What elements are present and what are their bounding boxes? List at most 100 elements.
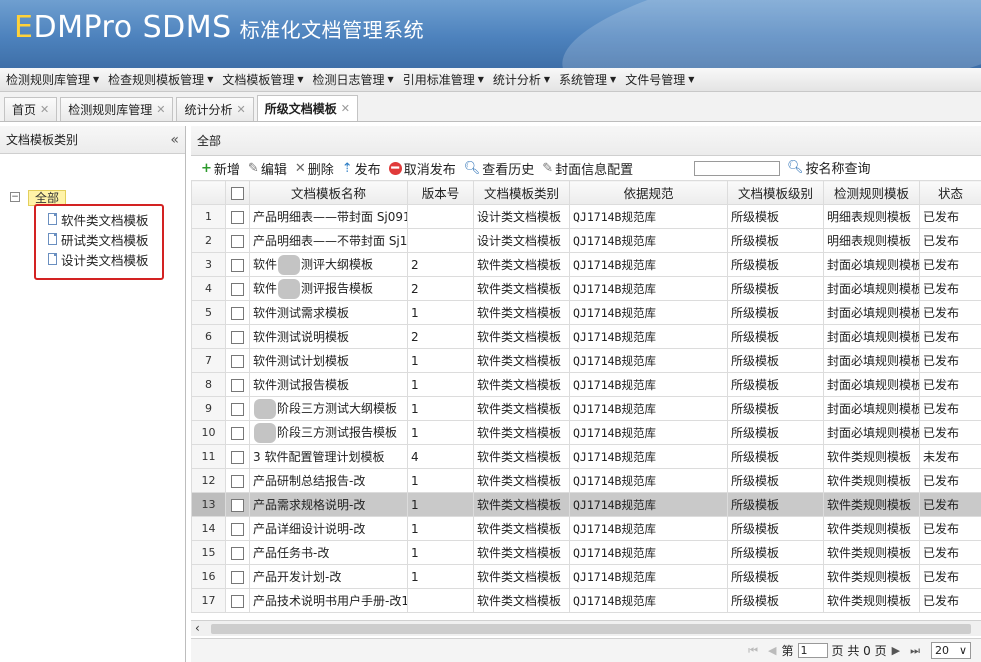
row-checkbox[interactable] (225, 564, 250, 589)
row-checkbox[interactable] (225, 324, 250, 349)
menu-item[interactable]: 文档模板管理 ▼ (222, 71, 303, 88)
row-checkbox[interactable] (225, 204, 250, 229)
table-row[interactable]: 10 阶段三方测试报告模板 1 软件类文档模板 QJ1714B规范库 所级模板 封面必填规则… (191, 420, 981, 445)
row-checkbox[interactable] (225, 348, 250, 373)
menu-item-label: 引用标准管理 (402, 73, 475, 87)
table-row[interactable]: 17 产品技术说明书用户手册-改1 软件类文档模板 QJ1714B规范库 所级模板 软件类… (191, 588, 981, 613)
edit-button[interactable]: ✎ 编辑 (248, 159, 287, 178)
history-button[interactable]: 🔍︎ 查看历史 (464, 159, 535, 178)
table-row[interactable]: 15 产品任务书-改 1 软件类文档模板 QJ1714B规范库 所级模板 软件类规则模板 已发… (191, 540, 981, 565)
caret-down-icon: ▼ (93, 75, 100, 84)
table-row[interactable]: 1 产品明细表——带封面 Sj091 设计类文档模板 QJ1714B规范库 所级模板 明细… (191, 204, 981, 229)
row-checkbox[interactable] (225, 252, 250, 277)
search-by-name-button[interactable]: 🔍︎ 按名称查询 (787, 158, 871, 177)
row-checkbox[interactable] (225, 372, 250, 397)
column-header-status[interactable]: 状态 (919, 180, 981, 205)
search-by-name-label: 按名称查询 (805, 162, 871, 177)
table-row[interactable]: 2 产品明细表——不带封面 Sj1 设计类文档模板 QJ1714B规范库 所级模板 明细表… (191, 228, 981, 253)
page-size-select[interactable]: 20 ∨ (931, 642, 971, 659)
tab-3[interactable]: 所级文档模板 ✕ (256, 95, 358, 121)
table-row[interactable]: 13 产品需求规格说明-改 1 软件类文档模板 QJ1714B规范库 所级模板 软件类规则模… (191, 492, 981, 517)
add-button[interactable]: + 新增 (201, 159, 240, 178)
cell-spec: QJ1714B规范库 (569, 540, 728, 565)
first-page-icon[interactable]: ⏮ (748, 644, 758, 658)
scrollbar-thumb[interactable] (211, 624, 971, 634)
close-icon[interactable]: ✕ (40, 103, 49, 116)
cover-config-button[interactable]: ✎ 封面信息配置 (542, 159, 633, 178)
table-row[interactable]: 12 产品研制总结报告-改 1 软件类文档模板 QJ1714B规范库 所级模板 软件类规则模… (191, 468, 981, 493)
cell-name: 软件测试说明模板 (249, 324, 408, 349)
row-checkbox[interactable] (225, 228, 250, 253)
menu-item-label: 检查规则模板管理 (108, 73, 205, 87)
close-icon[interactable]: ✕ (156, 103, 165, 116)
column-header-spec[interactable]: 依据规范 (569, 180, 728, 205)
delete-button[interactable]: ✕ 删除 (295, 159, 334, 178)
menu-item[interactable]: 检查规则模板管理 ▼ (108, 71, 213, 88)
row-checkbox[interactable] (225, 300, 250, 325)
delete-label: 删除 (307, 162, 334, 178)
row-checkbox[interactable] (225, 540, 250, 565)
row-checkbox[interactable] (225, 468, 250, 493)
menu-item[interactable]: 文件号管理 ▼ (625, 71, 694, 88)
prev-page-icon[interactable]: ◀ (768, 644, 776, 657)
publish-button[interactable]: ⇡ 发布 (342, 159, 381, 178)
last-page-icon[interactable]: ⏭ (910, 644, 920, 658)
table-row[interactable]: 6 软件测试说明模板 2 软件类文档模板 QJ1714B规范库 所级模板 封面必填规则模板已… (191, 324, 981, 349)
unpublish-button[interactable]: ━ 取消发布 (388, 159, 456, 178)
menu-item[interactable]: 检测规则库管理 ▼ (6, 71, 99, 88)
cell-category: 软件类文档模板 (473, 468, 570, 493)
row-checkbox[interactable] (225, 276, 250, 301)
checkbox-box (231, 546, 244, 560)
table-row[interactable]: 16 产品开发计划-改 1 软件类文档模板 QJ1714B规范库 所级模板 软件类规则模板已… (191, 564, 981, 589)
table-row[interactable]: 5 软件测试需求模板 1 软件类文档模板 QJ1714B规范库 所级模板 封面必填规则模板已… (191, 300, 981, 325)
row-checkbox[interactable] (225, 444, 250, 469)
menu-item[interactable]: 引用标准管理 ▼ (403, 71, 484, 88)
row-checkbox[interactable] (225, 492, 250, 517)
table-row[interactable]: 7 软件测试计划模板 1 软件类文档模板 QJ1714B规范库 所级模板 封面必填规则模板已… (191, 348, 981, 373)
tree-node-design[interactable]: 设计类文档模板 (48, 250, 149, 268)
column-header-category[interactable]: 文档模板类别 (473, 180, 570, 205)
table-header-row: 文档模板名称 版本号 文档模板类别 依据规范 文档模板级别 检测规则模板 状态 (191, 180, 981, 205)
table-row[interactable]: 9 阶段三方测试大纲模板 1 软件类文档模板 QJ1714B规范库 所级模板 封面必填规则模… (191, 396, 981, 421)
horizontal-scrollbar[interactable]: ‹ (191, 620, 981, 636)
column-header-level[interactable]: 文档模板级别 (727, 180, 824, 205)
redacted-block (254, 422, 276, 443)
tab-2[interactable]: 统计分析 ✕ (176, 97, 254, 121)
row-checkbox[interactable] (225, 420, 250, 445)
table-row[interactable]: 14 产品详细设计说明-改 1 软件类文档模板 QJ1714B规范库 所级模板 软件类规则模… (191, 516, 981, 541)
cell-level: 所级模板 (727, 300, 824, 325)
page-number-input[interactable]: 1 (797, 643, 828, 658)
column-header-name[interactable]: 文档模板名称 (249, 180, 408, 205)
column-header-rule-template[interactable]: 检测规则模板 (823, 180, 920, 205)
next-page-icon[interactable]: ▶ (892, 644, 900, 657)
menu-item[interactable]: 系统管理 ▼ (559, 71, 616, 88)
tree-node-research[interactable]: 研试类文档模板 (48, 230, 149, 248)
table-row[interactable]: 8 软件测试报告模板 1 软件类文档模板 QJ1714B规范库 所级模板 封面必填规则模板已… (191, 372, 981, 397)
add-label: 新增 (213, 162, 240, 178)
checkbox-box (231, 210, 244, 224)
cell-spec: QJ1714B规范库 (569, 492, 728, 517)
tab-label: 统计分析 (184, 103, 233, 117)
row-checkbox[interactable] (225, 588, 250, 613)
menu-item[interactable]: 统计分析 ▼ (493, 71, 550, 88)
table-row[interactable]: 11 3 软件配置管理计划模板 4 软件类文档模板 QJ1714B规范库 所级模板 软件类规… (191, 444, 981, 469)
menu-item[interactable]: 检测日志管理 ▼ (313, 71, 394, 88)
row-checkbox[interactable] (225, 396, 250, 421)
collapse-icon[interactable]: « (170, 132, 179, 148)
name-search-input[interactable] (694, 161, 780, 176)
cell-level: 所级模板 (727, 516, 824, 541)
select-all-checkbox[interactable] (225, 180, 250, 205)
scroll-left-icon[interactable]: ‹ (195, 621, 200, 635)
cell-category: 软件类文档模板 (473, 252, 570, 277)
close-icon[interactable]: ✕ (236, 103, 245, 116)
tree-collapse-icon[interactable]: − (10, 192, 20, 202)
column-header-version[interactable]: 版本号 (407, 180, 474, 205)
table-row[interactable]: 3 软件 测评大纲模板 2 软件类文档模板 QJ1714B规范库 所级模板 封面必填规则模板已… (191, 252, 981, 277)
close-icon[interactable]: ✕ (341, 102, 350, 115)
tree-node-software[interactable]: 软件类文档模板 (48, 210, 149, 228)
cell-name: 阶段三方测试报告模板 (249, 420, 408, 445)
table-row[interactable]: 4 软件 测评报告模板 2 软件类文档模板 QJ1714B规范库 所级模板 封面必填规则模板已… (191, 276, 981, 301)
row-checkbox[interactable] (225, 516, 250, 541)
tab-1[interactable]: 检测规则库管理 ✕ (60, 97, 174, 121)
tab-0[interactable]: 首页 ✕ (4, 97, 58, 121)
